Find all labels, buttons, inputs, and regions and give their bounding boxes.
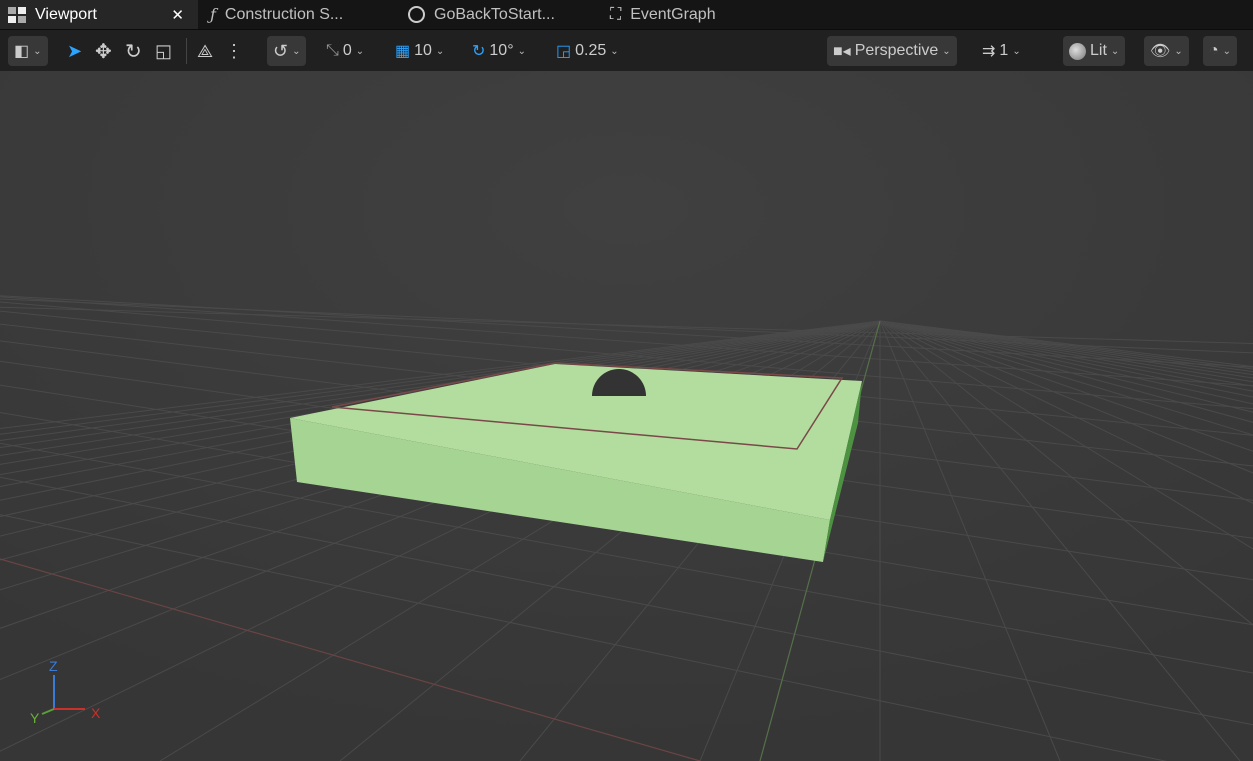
value: 10° <box>489 42 514 59</box>
magnet-icon: ↺ <box>273 40 289 61</box>
lighting-mode-button[interactable]: Lit ⌄ <box>1063 36 1126 66</box>
graph-icon: ⛶ <box>610 5 622 23</box>
camera-icon: ■◂ <box>833 43 851 60</box>
select-mode-icon: ◧ <box>14 43 30 60</box>
z-label: Z <box>49 658 58 674</box>
coordinate-system-icon[interactable]: ⟁ <box>197 36 213 66</box>
translate-tool-icon[interactable]: ✥ <box>95 36 112 66</box>
gauge-icon: ◔ <box>1209 42 1219 59</box>
grid-icon: ▦ <box>395 43 411 60</box>
function-icon: ƒ <box>210 5 216 24</box>
value: Lit <box>1090 42 1107 59</box>
y-label: Y <box>30 710 40 726</box>
clock-icon <box>408 6 425 23</box>
rotation-snap-icon: ↻ <box>472 43 486 60</box>
value: 1 <box>999 42 1009 59</box>
value: Perspective <box>854 42 939 59</box>
tab-event-graph[interactable]: ⛶ EventGraph <box>602 0 802 29</box>
grid-snap-angle-button[interactable]: ⤡ 0 ⌄ <box>326 36 364 66</box>
tab-viewport[interactable]: Viewport ✕ <box>0 0 198 29</box>
scale-tool-icon[interactable]: ◱ <box>155 36 172 66</box>
grid-snap-button[interactable]: ▦ 10 ⌄ <box>395 36 444 66</box>
value: 10 <box>414 42 432 59</box>
tab-construction-script[interactable]: ƒ Construction S... <box>198 0 400 29</box>
value: 0 <box>342 42 352 59</box>
close-icon[interactable]: ✕ <box>171 6 184 24</box>
tab-label: Viewport <box>35 5 97 23</box>
tab-go-back-to-start[interactable]: GoBackToStart... <box>400 0 602 29</box>
tab-label: GoBackToStart... <box>434 5 555 23</box>
show-button[interactable]: 👁 ⌄ <box>1144 36 1189 66</box>
eye-icon: 👁 <box>1150 43 1171 60</box>
x-label: X <box>91 705 101 721</box>
surface-snap-button[interactable]: ↺ ⌄ <box>267 36 307 66</box>
snap-icon: ⤡ <box>326 42 339 59</box>
tab-label: EventGraph <box>630 5 716 23</box>
lit-sphere-icon <box>1069 42 1086 60</box>
tab-label: Construction S... <box>224 5 344 23</box>
camera-speed-button[interactable]: ⇉ 1 ⌄ <box>982 36 1021 66</box>
camera-speed-icon: ⇉ <box>982 43 996 60</box>
scale-snap-button[interactable]: ◲ 0.25 ⌄ <box>556 36 619 66</box>
scale-snap-icon: ◲ <box>556 43 572 60</box>
more-options-icon[interactable]: ⋮ <box>225 36 243 66</box>
select-tool-icon[interactable]: ➤ <box>67 36 82 66</box>
viewport-canvas[interactable]: Z X Y <box>0 71 1253 761</box>
rotation-snap-button[interactable]: ↻ 10° ⌄ <box>472 36 526 66</box>
view-mode-button[interactable]: ■◂ Perspective ⌄ <box>827 36 957 66</box>
tab-bar: Viewport ✕ ƒ Construction S... GoBackToS… <box>0 0 1253 29</box>
value: 0.25 <box>575 42 607 59</box>
performance-button[interactable]: ◔ ⌄ <box>1203 36 1238 66</box>
viewport-toolbar: ◧ ⌄ ➤ ✥ ↻ ◱ ⟁ ⋮ ↺ ⌄ ⤡ 0 ⌄ ▦ 10 ⌄ ↻ 10° ⌄ ◲ 0.25 ⌄ … <box>0 29 1253 71</box>
viewport-icon <box>8 6 26 23</box>
selection-mode-button[interactable]: ◧ ⌄ <box>8 36 48 66</box>
rotate-tool-icon[interactable]: ↻ <box>125 36 142 66</box>
